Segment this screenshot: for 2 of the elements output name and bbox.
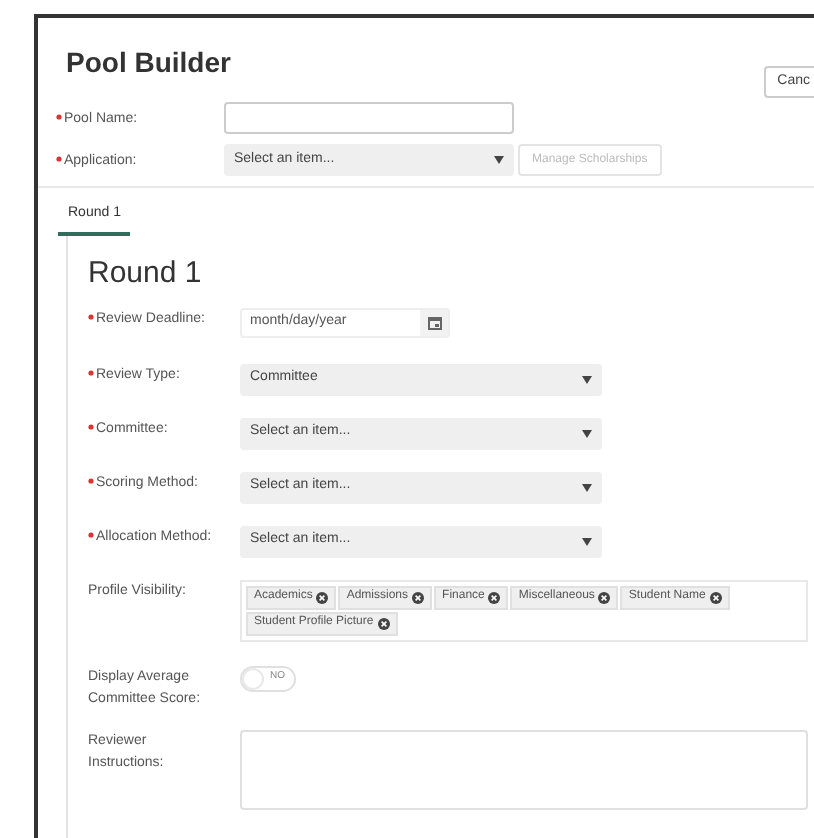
page-title: Pool Builder <box>66 46 231 78</box>
round-heading: Round 1 <box>88 255 204 291</box>
